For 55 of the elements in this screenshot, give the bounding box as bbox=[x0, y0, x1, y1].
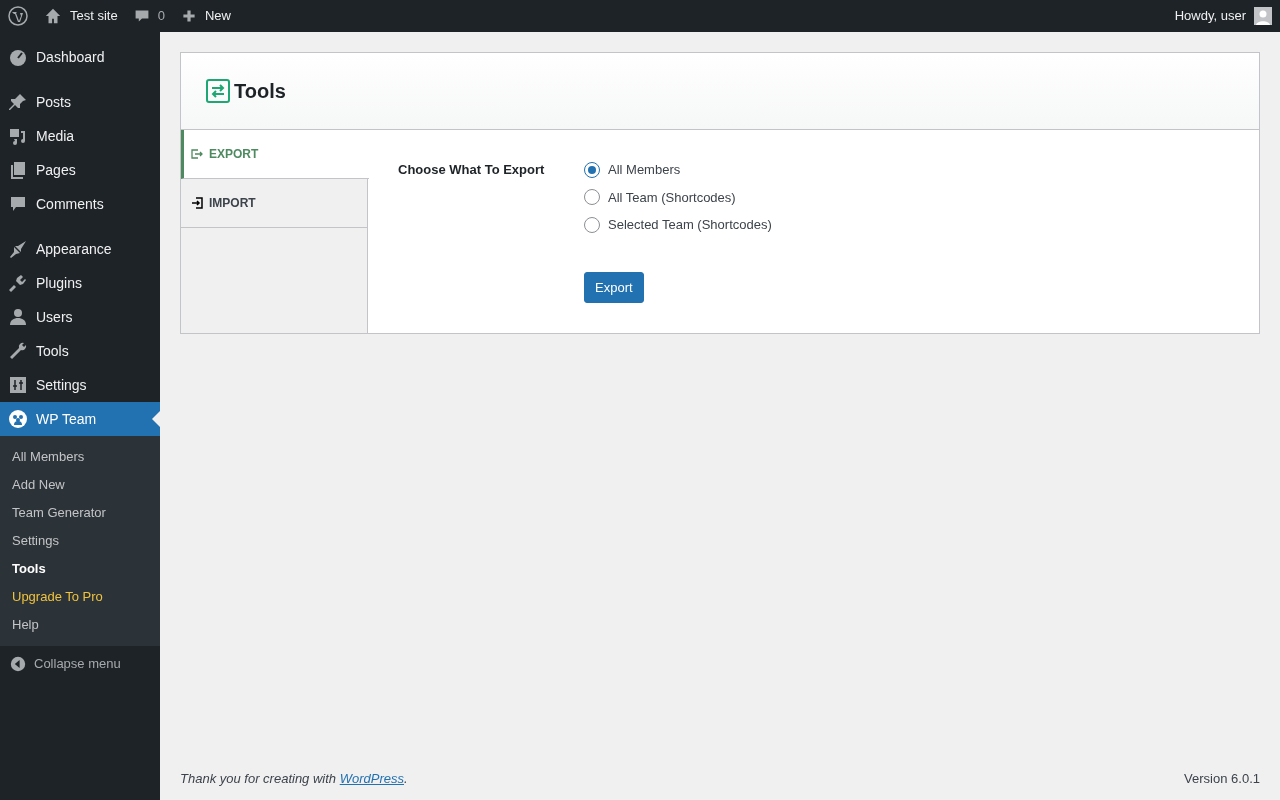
comments-link[interactable]: 0 bbox=[133, 6, 165, 26]
radio-button[interactable] bbox=[584, 216, 600, 233]
menu-item[interactable]: Posts bbox=[0, 85, 160, 119]
radio-button[interactable] bbox=[584, 189, 600, 206]
submenu-item[interactable]: Upgrade To Pro bbox=[0, 583, 160, 611]
brush-icon bbox=[8, 239, 28, 259]
tab[interactable]: EXPORT bbox=[181, 130, 369, 179]
plus-icon bbox=[180, 8, 197, 24]
enter-arrow-icon bbox=[191, 197, 203, 209]
plug-icon bbox=[8, 273, 28, 293]
home-icon bbox=[44, 7, 62, 25]
menu-item[interactable]: Settings bbox=[0, 368, 160, 402]
pin-icon bbox=[8, 92, 28, 112]
radio-option[interactable]: All Team (Shortcodes) bbox=[584, 187, 772, 207]
site-link[interactable]: Test site bbox=[44, 6, 118, 26]
account-link[interactable]: Howdy, user bbox=[1174, 6, 1272, 26]
submenu-item[interactable]: Settings bbox=[0, 527, 160, 555]
export-label: Choose What To Export bbox=[398, 161, 546, 179]
collapse-icon bbox=[10, 655, 26, 672]
wordpress-link[interactable]: WordPress bbox=[339, 770, 404, 786]
submenu-item[interactable]: Add New bbox=[0, 471, 160, 499]
version-text: Version 6.0.1 bbox=[1184, 769, 1260, 788]
menu-item[interactable]: WP Team bbox=[0, 402, 160, 436]
dashboard-icon bbox=[8, 47, 28, 67]
sliders-icon bbox=[8, 375, 28, 395]
menu-item[interactable]: Users bbox=[0, 300, 160, 334]
menu-item[interactable]: Appearance bbox=[0, 232, 160, 266]
menu-item[interactable]: Media bbox=[0, 119, 160, 153]
wrench-icon bbox=[8, 341, 28, 361]
radio-option[interactable]: All Members bbox=[584, 160, 772, 180]
footer-text: Thank you for creating with WordPress. bbox=[180, 769, 408, 788]
menu-item[interactable]: Dashboard bbox=[0, 40, 160, 74]
menu-item[interactable]: Comments bbox=[0, 187, 160, 221]
submenu-item[interactable]: Help bbox=[0, 611, 160, 639]
swap-arrows-icon bbox=[206, 79, 230, 103]
menu-item[interactable]: Pages bbox=[0, 153, 160, 187]
radio-button[interactable] bbox=[584, 161, 600, 178]
wordpress-logo-icon[interactable] bbox=[8, 6, 28, 26]
new-link[interactable]: New bbox=[180, 6, 231, 26]
collapse-menu-button[interactable]: Collapse menu bbox=[0, 646, 160, 682]
team-icon bbox=[8, 409, 28, 429]
menu-item[interactable]: Tools bbox=[0, 334, 160, 368]
exit-arrow-icon bbox=[191, 148, 203, 160]
export-button[interactable]: Export bbox=[584, 271, 644, 303]
radio-option[interactable]: Selected Team (Shortcodes) bbox=[584, 215, 772, 235]
avatar-icon bbox=[1254, 7, 1272, 25]
menu-item[interactable]: Plugins bbox=[0, 266, 160, 300]
media-icon bbox=[8, 126, 28, 146]
person-icon bbox=[8, 307, 28, 327]
comment-icon bbox=[133, 8, 150, 24]
submenu-item[interactable]: Team Generator bbox=[0, 499, 160, 527]
page-title: Tools bbox=[234, 79, 286, 104]
pages-icon bbox=[8, 160, 28, 180]
submenu-item[interactable]: Tools bbox=[0, 555, 160, 583]
submenu-item[interactable]: All Members bbox=[0, 443, 160, 471]
